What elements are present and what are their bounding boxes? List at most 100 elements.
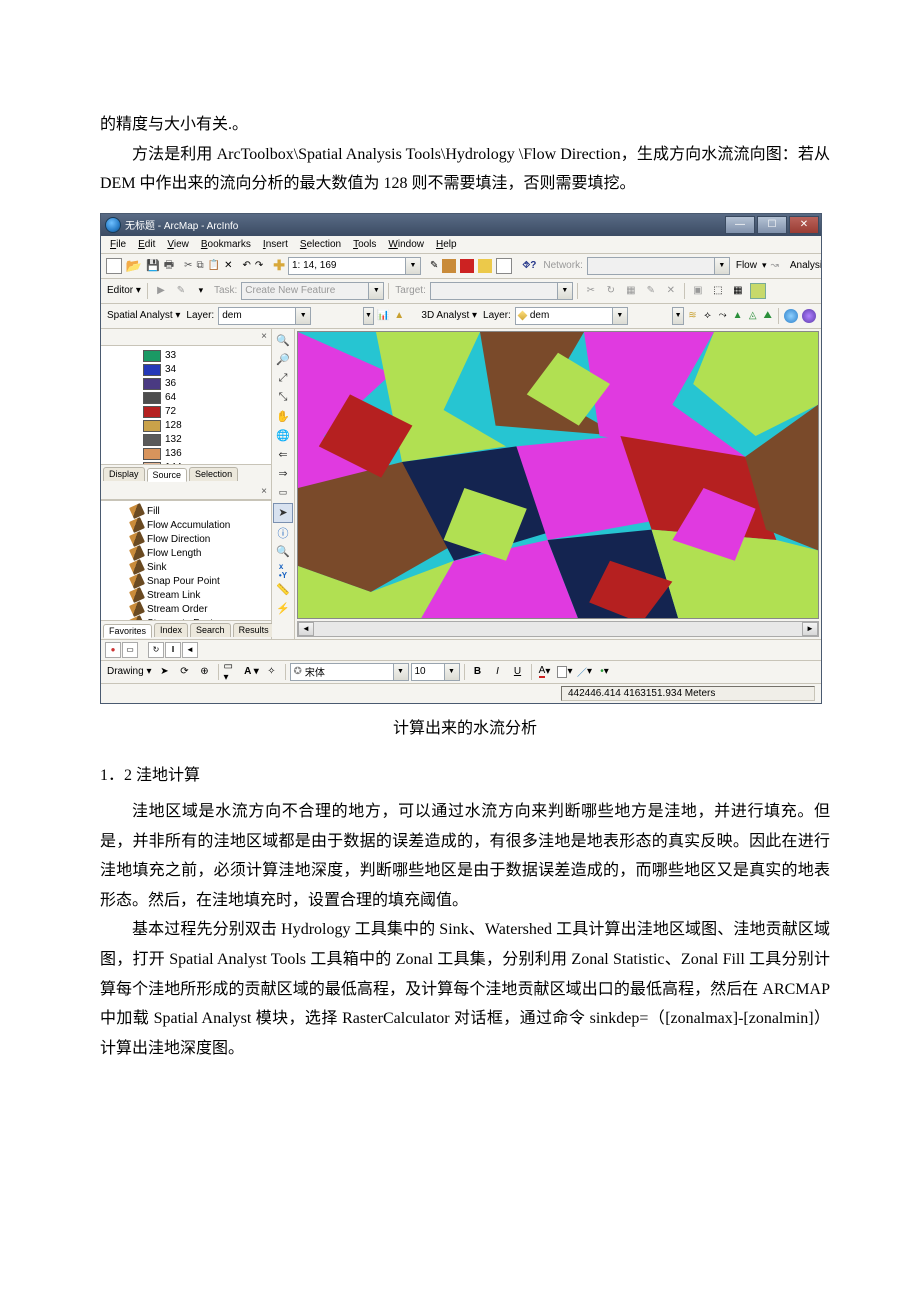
data-view-icon[interactable]: ● (105, 642, 121, 658)
pause-draw-icon[interactable]: ‖ (165, 642, 181, 658)
menu-insert[interactable]: Insert (258, 238, 293, 251)
save-icon[interactable]: 💾 (145, 257, 161, 275)
legend-item[interactable]: 132 (103, 433, 269, 447)
pan-icon[interactable]: ✋ (274, 408, 292, 426)
select-features-icon[interactable]: ▭ (274, 484, 292, 502)
legend-item[interactable]: 72 (103, 405, 269, 419)
tool-item[interactable]: Flow Length (103, 546, 269, 560)
undo-icon[interactable]: ↶ (241, 257, 251, 275)
map-canvas[interactable] (297, 331, 819, 619)
arctoolbox-icon[interactable] (459, 257, 475, 275)
3d-more-icon[interactable]: ▼ (672, 307, 684, 325)
underline-icon[interactable]: U (509, 663, 527, 681)
profile-icon[interactable]: ◬ (746, 307, 759, 325)
georef-icon[interactable]: ⬚ (709, 282, 727, 300)
marker-color-icon[interactable]: • ▾ (596, 663, 614, 681)
target-dropdown-icon[interactable]: ▼ (557, 282, 573, 300)
tab-search[interactable]: Search (190, 623, 231, 637)
go-to-xy-icon[interactable]: x•Y (274, 562, 292, 580)
menu-file[interactable]: File (105, 238, 131, 251)
arcglobe-icon[interactable] (801, 307, 817, 325)
paste-icon[interactable]: 📋 (207, 257, 221, 275)
new-icon[interactable] (105, 257, 123, 275)
measure-icon[interactable]: 📏 (274, 581, 292, 599)
model-builder-icon[interactable] (495, 257, 513, 275)
scale-input[interactable]: 1: 14, 169 (288, 257, 406, 275)
tool-item[interactable]: Flow Direction (103, 532, 269, 546)
italic-icon[interactable]: I (489, 663, 507, 681)
font-dropdown-icon[interactable]: ▼ (393, 663, 409, 681)
maximize-button[interactable]: ☐ (757, 216, 787, 234)
legend-item[interactable]: 64 (103, 391, 269, 405)
redo-icon[interactable]: ↷ (254, 257, 264, 275)
menu-window[interactable]: Window (383, 238, 429, 251)
los-icon[interactable]: ▲ (731, 307, 744, 325)
font-size-dropdown-icon[interactable]: ▼ (444, 663, 460, 681)
fixed-zoom-in-icon[interactable]: ⤢ (274, 370, 292, 388)
network-combo[interactable] (587, 257, 715, 275)
legend-item[interactable]: 136 (103, 447, 269, 461)
layout-view-icon[interactable]: ▭ (122, 642, 138, 658)
flow-tool-icon[interactable]: ↝ (770, 257, 780, 275)
tool-item[interactable]: Stream Order (103, 602, 269, 616)
tool-item[interactable]: Flow Accumulation (103, 518, 269, 532)
create-profile-icon[interactable]: ⛰ (761, 307, 774, 325)
sketch-dropdown-icon[interactable]: ▾ (192, 282, 210, 300)
split-tool-icon[interactable]: ✂ (582, 282, 600, 300)
menu-edit[interactable]: Edit (133, 238, 160, 251)
menu-help[interactable]: Help (431, 238, 462, 251)
add-data-icon[interactable]: ✚ (272, 257, 286, 275)
print-icon[interactable]: 🖶 (163, 257, 175, 275)
minimize-button[interactable]: — (725, 216, 755, 234)
whats-this-icon[interactable]: ⯑? (521, 257, 537, 275)
fill-color-icon[interactable]: ▾ (556, 663, 574, 681)
sketch-tool-icon[interactable]: ✎ (172, 282, 190, 300)
intersect-icon[interactable]: ✕ (662, 282, 680, 300)
prev-extent-icon[interactable]: ⇐ (274, 446, 292, 464)
task-dropdown-icon[interactable]: ▼ (368, 282, 384, 300)
zoom-out-icon[interactable]: 🔎 (274, 351, 292, 369)
full-extent-icon[interactable]: 🌐 (274, 427, 292, 445)
analysis-label[interactable]: Analysis (788, 260, 821, 271)
menu-selection[interactable]: Selection (295, 238, 346, 251)
arcscene-icon[interactable] (783, 307, 799, 325)
legend-item[interactable]: 128 (103, 419, 269, 433)
bold-icon[interactable]: B (469, 663, 487, 681)
font-color-icon[interactable]: A ▾ (536, 663, 554, 681)
georef-grid-icon[interactable]: ▦ (729, 282, 747, 300)
edit-vertices-icon[interactable]: ✧ (263, 663, 281, 681)
network-dropdown-icon[interactable]: ▼ (714, 257, 730, 275)
legend-item[interactable]: 36 (103, 377, 269, 391)
zoom-draw-icon[interactable]: ⊕ (196, 663, 214, 681)
rotate-tool-icon[interactable]: ↻ (602, 282, 620, 300)
legend-item[interactable]: 34 (103, 363, 269, 377)
3d-layer-dropdown-icon[interactable]: ▼ (612, 307, 628, 325)
scale-dropdown-icon[interactable]: ▼ (405, 257, 421, 275)
flow-label[interactable]: Flow (734, 260, 759, 271)
edit-tool-icon[interactable]: ▶ (152, 282, 170, 300)
contour-icon[interactable]: ▲ (393, 307, 406, 325)
arctoolbox-list[interactable]: FillFlow AccumulationFlow DirectionFlow … (101, 500, 271, 620)
editor-menu-label[interactable]: Editor ▾ (105, 285, 143, 296)
attributes-icon[interactable]: ▦ (622, 282, 640, 300)
tab-index[interactable]: Index (154, 623, 188, 637)
3d-layer-combo[interactable]: dem (515, 307, 613, 325)
toc-close-icon[interactable]: × (261, 331, 267, 342)
edit-tool2-icon[interactable]: ▣ (689, 282, 707, 300)
tool-item[interactable]: Snap Pour Point (103, 574, 269, 588)
steepest-path-icon[interactable]: ⤳ (716, 307, 729, 325)
horizontal-scrollbar[interactable]: ◄ ► (297, 621, 819, 637)
spatial-analyst-label[interactable]: Spatial Analyst ▾ (105, 310, 182, 321)
rotate-icon[interactable]: ⟳ (176, 663, 194, 681)
menu-bookmarks[interactable]: Bookmarks (196, 238, 256, 251)
sa-more-icon[interactable]: ▼ (363, 307, 375, 325)
open-icon[interactable]: 📂 (125, 257, 143, 275)
copy-icon[interactable]: ⧉ (195, 257, 204, 275)
command-line-icon[interactable] (477, 257, 493, 275)
tab-selection[interactable]: Selection (189, 467, 238, 481)
cut-icon[interactable]: ✂ (183, 257, 193, 275)
task-combo[interactable]: Create New Feature (241, 282, 369, 300)
arccatalog-icon[interactable] (441, 257, 457, 275)
tab-favorites[interactable]: Favorites (103, 624, 152, 638)
select-element-icon[interactable]: ➤ (156, 663, 174, 681)
